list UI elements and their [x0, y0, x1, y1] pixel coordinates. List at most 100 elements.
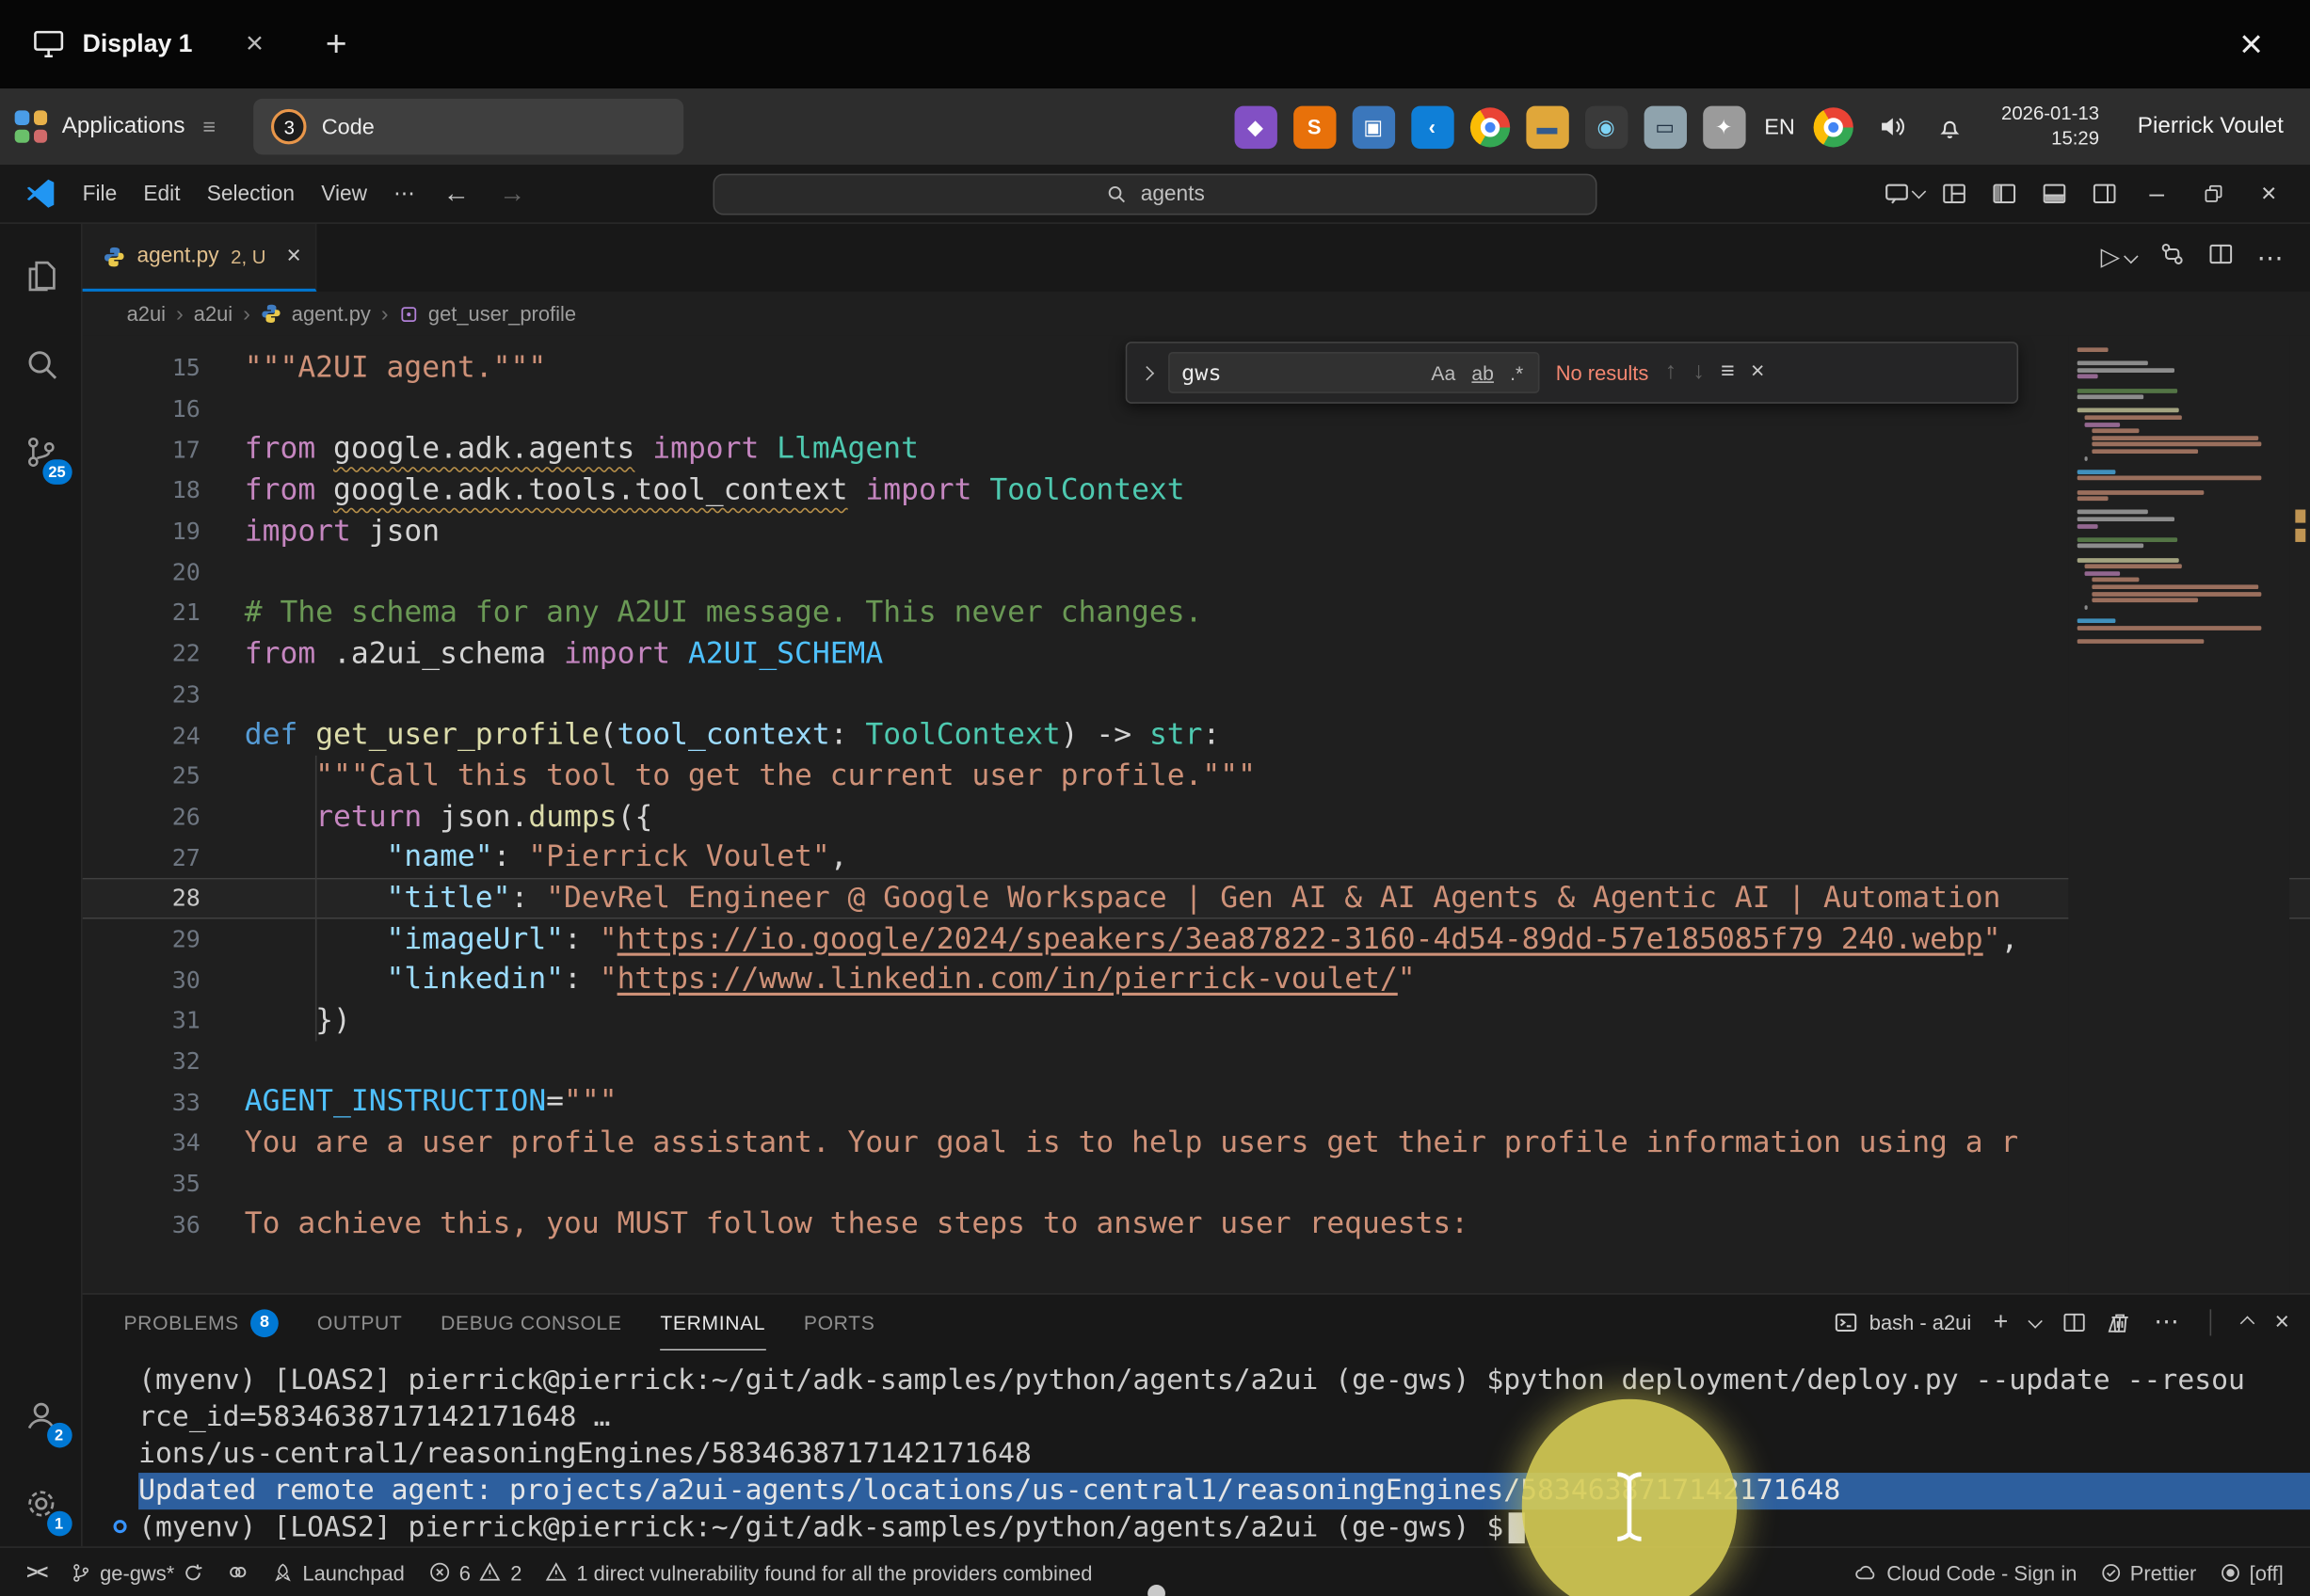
toggle-panel-icon[interactable]	[2030, 171, 2077, 215]
code-line-35[interactable]: 35	[83, 1163, 2310, 1204]
code-line-32[interactable]: 32	[83, 1041, 2310, 1081]
viewer-close-button[interactable]: ×	[2239, 22, 2263, 68]
back-button[interactable]: ←	[428, 178, 484, 209]
prettier-status[interactable]: Prettier	[2089, 1548, 2208, 1596]
split-editor-icon[interactable]	[2208, 242, 2234, 274]
notifications-icon[interactable]	[1929, 105, 1971, 148]
utility-app-icon[interactable]: ✦	[1703, 105, 1745, 148]
more-actions-icon[interactable]: ⋯	[2257, 242, 2284, 273]
window-list-button-code[interactable]: 3 Code	[254, 99, 684, 154]
toggle-secondary-sidebar-icon[interactable]	[2080, 171, 2127, 215]
code-line-28[interactable]: 28 "title": "DevRel Engineer @ Google Wo…	[83, 878, 2310, 918]
code-line-29[interactable]: 29 "imageUrl": "https://io.google/2024/s…	[83, 918, 2310, 959]
minimap[interactable]	[2068, 336, 2289, 1293]
accounts-icon[interactable]: 2	[5, 1381, 75, 1449]
tab-agent-py[interactable]: agent.py 2, U ×	[83, 224, 318, 292]
settings-gear-icon[interactable]: 1	[5, 1470, 75, 1538]
menu-view[interactable]: View	[308, 173, 380, 215]
panel-tab-ports[interactable]: PORTS	[804, 1295, 875, 1350]
search-view-icon[interactable]	[5, 330, 75, 398]
vulnerability-warning[interactable]: 1 direct vulnerability found for all the…	[534, 1548, 1104, 1596]
chat-icon[interactable]	[1880, 171, 1927, 215]
minimize-button[interactable]: –	[2130, 171, 2183, 215]
source-control-icon[interactable]: 25	[5, 418, 75, 486]
panel-tab-debug-console[interactable]: DEBUG CONSOLE	[441, 1295, 621, 1350]
find-previous-icon[interactable]: ↑	[1665, 359, 1677, 386]
find-next-icon[interactable]: ↓	[1692, 359, 1705, 386]
terminal-output[interactable]: (myenv) [LOAS2] pierrick@pierrick:~/git/…	[83, 1350, 2310, 1546]
toggle-replace-icon[interactable]	[1140, 365, 1154, 379]
code-line-18[interactable]: 18from google.adk.tools.tool_context imp…	[83, 470, 2310, 510]
display-app-icon[interactable]: ▭	[1644, 105, 1686, 148]
restore-button[interactable]	[2187, 171, 2239, 215]
files-app-icon[interactable]: ▬	[1526, 105, 1568, 148]
panel-tab-output[interactable]: OUTPUT	[317, 1295, 403, 1350]
code-line-20[interactable]: 20	[83, 551, 2310, 592]
photos-app-icon[interactable]: ▣	[1352, 105, 1394, 148]
screenshot-app-icon[interactable]: ◉	[1584, 105, 1627, 148]
vscode-app-icon[interactable]: ‹	[1411, 105, 1453, 148]
run-button[interactable]: ▷	[2101, 243, 2137, 272]
new-terminal-icon[interactable]: +	[1994, 1308, 2009, 1337]
spark-app-icon[interactable]: S	[1292, 105, 1335, 148]
breadcrumb-item-a2ui[interactable]: a2ui	[127, 302, 166, 326]
code-line-23[interactable]: 23	[83, 674, 2310, 714]
menu-more[interactable]: ⋯	[380, 173, 428, 215]
problems-summary[interactable]: 62	[416, 1548, 534, 1596]
whole-word-icon[interactable]: ab	[1468, 361, 1497, 383]
panel-more-icon[interactable]: ⋯	[2154, 1308, 2179, 1337]
command-center-search[interactable]: agents	[713, 173, 1596, 215]
linked-accounts[interactable]	[216, 1548, 262, 1596]
breadcrumb-item-get_user_profile[interactable]: get_user_profile	[428, 302, 576, 326]
toggle-sidebar-icon[interactable]	[1980, 171, 2027, 215]
new-tab-button[interactable]: +	[326, 23, 347, 65]
code-line-33[interactable]: 33AGENT_INSTRUCTION="""	[83, 1081, 2310, 1122]
volume-icon[interactable]	[1870, 105, 1913, 148]
chrome-app-icon[interactable]	[1469, 106, 1509, 146]
code-line-27[interactable]: 27 "name": "Pierrick Voulet",	[83, 837, 2310, 877]
match-case-icon[interactable]: Aa	[1428, 361, 1458, 383]
find-in-selection-icon[interactable]: ≡	[1721, 359, 1735, 386]
close-button[interactable]: ×	[2242, 171, 2295, 215]
code-line-19[interactable]: 19import json	[83, 511, 2310, 551]
display-tab-close-icon[interactable]: ×	[246, 26, 264, 62]
git-branch[interactable]: ge-gws*	[58, 1548, 216, 1596]
regex-icon[interactable]: .*	[1507, 361, 1526, 383]
clock[interactable]: 2026-01-13 15:29	[2001, 102, 2099, 152]
code-editor[interactable]: 15"""A2UI agent."""1617from google.adk.a…	[83, 336, 2310, 1293]
remote-indicator[interactable]: ><	[15, 1548, 59, 1596]
terminal-instance-label[interactable]: bash - a2ui	[1834, 1311, 1971, 1334]
code-line-24[interactable]: 24def get_user_profile(tool_context: Too…	[83, 714, 2310, 755]
panel-tab-problems[interactable]: PROBLEMS8	[123, 1295, 279, 1350]
code-line-30[interactable]: 30 "linkedin": "https://www.linkedin.com…	[83, 959, 2310, 999]
applications-menu[interactable]: Applications ≡	[15, 110, 216, 142]
code-line-34[interactable]: 34You are a user profile assistant. Your…	[83, 1123, 2310, 1163]
breadcrumb-item-agent.py[interactable]: agent.py	[292, 302, 371, 326]
chat-app-icon[interactable]: ◆	[1234, 105, 1276, 148]
menu-edit[interactable]: Edit	[130, 173, 193, 215]
code-line-26[interactable]: 26 return json.dumps({	[83, 796, 2310, 837]
cloud-code-sign-in[interactable]: Cloud Code - Sign in	[1841, 1548, 2089, 1596]
code-line-21[interactable]: 21# The schema for any A2UI message. Thi…	[83, 592, 2310, 632]
screencast-mode[interactable]: [off]	[2208, 1548, 2295, 1596]
browser-app-icon[interactable]	[1814, 106, 1853, 146]
code-line-36[interactable]: 36To achieve this, you MUST follow these…	[83, 1204, 2310, 1244]
panel-tab-terminal[interactable]: TERMINAL	[660, 1295, 765, 1350]
find-input[interactable]: gws Aa ab .*	[1168, 352, 1539, 393]
code-line-22[interactable]: 22from .a2ui_schema import A2UI_SCHEMA	[83, 633, 2310, 674]
launchpad[interactable]: Launchpad	[262, 1548, 417, 1596]
display-tab[interactable]: Display 1 ×	[0, 0, 284, 88]
tab-close-icon[interactable]: ×	[286, 242, 301, 271]
menu-selection[interactable]: Selection	[194, 173, 309, 215]
breadcrumb-item-a2ui[interactable]: a2ui	[194, 302, 233, 326]
close-panel-icon[interactable]: ×	[2275, 1308, 2290, 1337]
terminal-dropdown-icon[interactable]	[2030, 1317, 2041, 1328]
maximize-panel-icon[interactable]	[2242, 1317, 2253, 1328]
kill-terminal-icon[interactable]	[2109, 1311, 2132, 1334]
split-terminal-icon[interactable]	[2062, 1311, 2086, 1334]
find-close-icon[interactable]: ×	[1751, 359, 1765, 386]
compare-changes-icon[interactable]	[2159, 242, 2185, 274]
keyboard-layout-indicator[interactable]: EN	[1764, 114, 1795, 139]
explorer-icon[interactable]	[5, 242, 75, 310]
forward-button[interactable]: →	[484, 178, 539, 209]
